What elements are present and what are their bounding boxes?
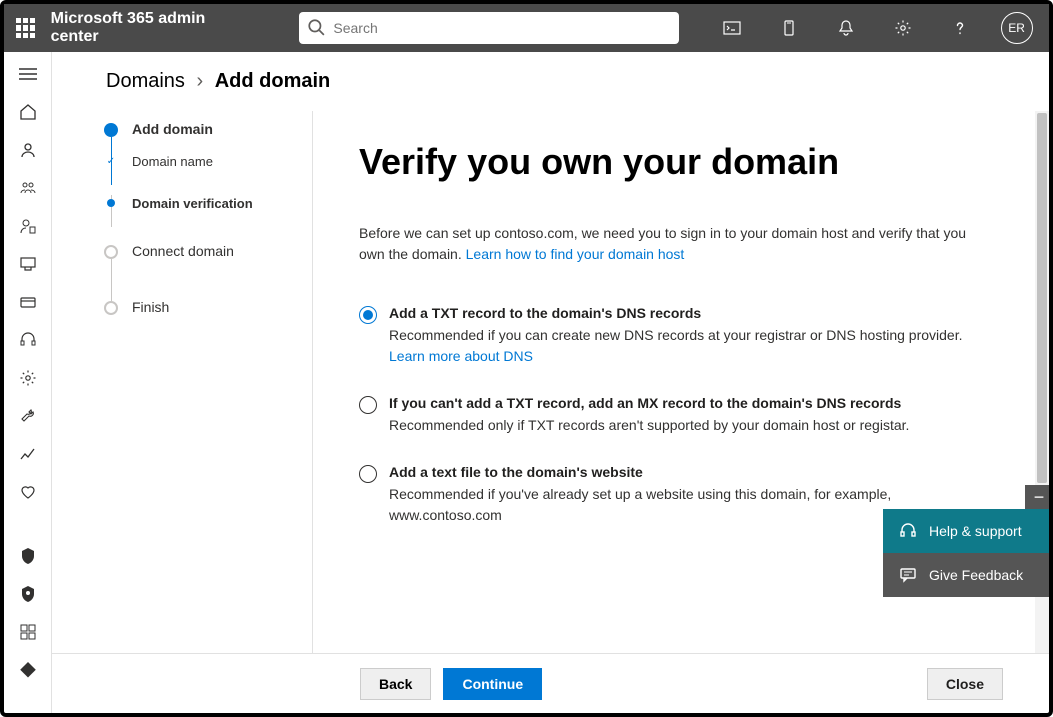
content-area: Domains › Add domain Add domain ✓ Domain… bbox=[52, 52, 1049, 713]
learn-dns-link[interactable]: Learn more about DNS bbox=[389, 348, 533, 364]
roles-icon[interactable] bbox=[18, 216, 38, 236]
wizard-substep-domain-name[interactable]: ✓ Domain name bbox=[104, 139, 312, 183]
mobile-icon[interactable] bbox=[768, 6, 809, 50]
settings-gear-icon[interactable] bbox=[18, 368, 38, 388]
option-mx-record[interactable]: If you can't add a TXT record, add an MX… bbox=[359, 395, 979, 436]
notifications-icon[interactable] bbox=[825, 6, 866, 50]
option-txt-record[interactable]: Add a TXT record to the domain's DNS rec… bbox=[359, 305, 979, 367]
back-button[interactable]: Back bbox=[360, 668, 431, 700]
devices-icon[interactable] bbox=[18, 254, 38, 274]
search-input[interactable] bbox=[299, 12, 679, 44]
radio-txt-record[interactable] bbox=[359, 306, 377, 324]
option-title: Add a text file to the domain's website bbox=[389, 464, 979, 480]
option-title: If you can't add a TXT record, add an MX… bbox=[389, 395, 979, 411]
help-support-button[interactable]: Help & support bbox=[883, 509, 1049, 553]
close-button[interactable]: Close bbox=[927, 668, 1003, 700]
reports-chart-icon[interactable] bbox=[18, 444, 38, 464]
wizard-footer: Back Continue Close bbox=[52, 653, 1049, 713]
billing-icon[interactable] bbox=[18, 292, 38, 312]
support-headset-icon[interactable] bbox=[18, 330, 38, 350]
breadcrumb: Domains › Add domain bbox=[52, 52, 1049, 111]
option-title: Add a TXT record to the domain's DNS rec… bbox=[389, 305, 979, 321]
setup-wrench-icon[interactable] bbox=[18, 406, 38, 426]
settings-gear-icon[interactable] bbox=[882, 6, 923, 50]
account-avatar[interactable]: ER bbox=[996, 6, 1037, 50]
minimize-icon[interactable]: − bbox=[1025, 485, 1049, 509]
chevron-right-icon: › bbox=[196, 70, 203, 92]
help-icon[interactable] bbox=[939, 6, 980, 50]
health-heart-icon[interactable] bbox=[18, 482, 38, 502]
give-feedback-button[interactable]: Give Feedback bbox=[883, 553, 1049, 597]
page-description: Before we can set up contoso.com, we nee… bbox=[359, 223, 979, 265]
option-description: Recommended if you can create new DNS re… bbox=[389, 325, 979, 367]
hamburger-icon[interactable] bbox=[18, 64, 38, 84]
home-icon[interactable] bbox=[18, 102, 38, 122]
apps-icon[interactable] bbox=[18, 622, 38, 642]
check-icon: ✓ bbox=[104, 156, 118, 167]
radio-mx-record[interactable] bbox=[359, 396, 377, 414]
app-launcher-icon[interactable] bbox=[16, 18, 35, 38]
wizard-step-connect-domain[interactable]: Connect domain bbox=[104, 243, 312, 299]
user-icon[interactable] bbox=[18, 140, 38, 160]
radio-text-file[interactable] bbox=[359, 465, 377, 483]
help-feedback-panel: − Help & support Give Feedback bbox=[883, 485, 1049, 597]
learn-domain-host-link[interactable]: Learn how to find your domain host bbox=[466, 246, 685, 262]
wizard-substep-domain-verification[interactable]: Domain verification bbox=[104, 181, 312, 225]
option-description: Recommended only if TXT records aren't s… bbox=[389, 415, 979, 436]
main-panel: Verify you own your domain Before we can… bbox=[312, 111, 1049, 653]
avatar-initials: ER bbox=[1001, 12, 1033, 44]
left-nav-rail bbox=[4, 52, 52, 713]
app-title: Microsoft 365 admin center bbox=[51, 10, 244, 46]
wizard-steps: Add domain ✓ Domain name Domain verifica… bbox=[52, 111, 312, 653]
continue-button[interactable]: Continue bbox=[443, 668, 542, 700]
headset-icon bbox=[899, 522, 917, 540]
compliance-shield-icon[interactable] bbox=[18, 584, 38, 604]
page-title: Verify you own your domain bbox=[359, 141, 1003, 183]
breadcrumb-current: Add domain bbox=[215, 70, 331, 92]
admin-diamond-icon[interactable] bbox=[18, 660, 38, 680]
shell-console-icon[interactable] bbox=[711, 6, 752, 50]
teams-icon[interactable] bbox=[18, 178, 38, 198]
top-bar: Microsoft 365 admin center ER bbox=[4, 4, 1049, 52]
security-shield-icon[interactable] bbox=[18, 546, 38, 566]
chat-icon bbox=[899, 566, 917, 584]
search-box[interactable] bbox=[299, 12, 679, 44]
breadcrumb-parent[interactable]: Domains bbox=[106, 70, 185, 92]
wizard-step-finish[interactable]: Finish bbox=[104, 299, 312, 355]
search-icon bbox=[307, 18, 325, 36]
